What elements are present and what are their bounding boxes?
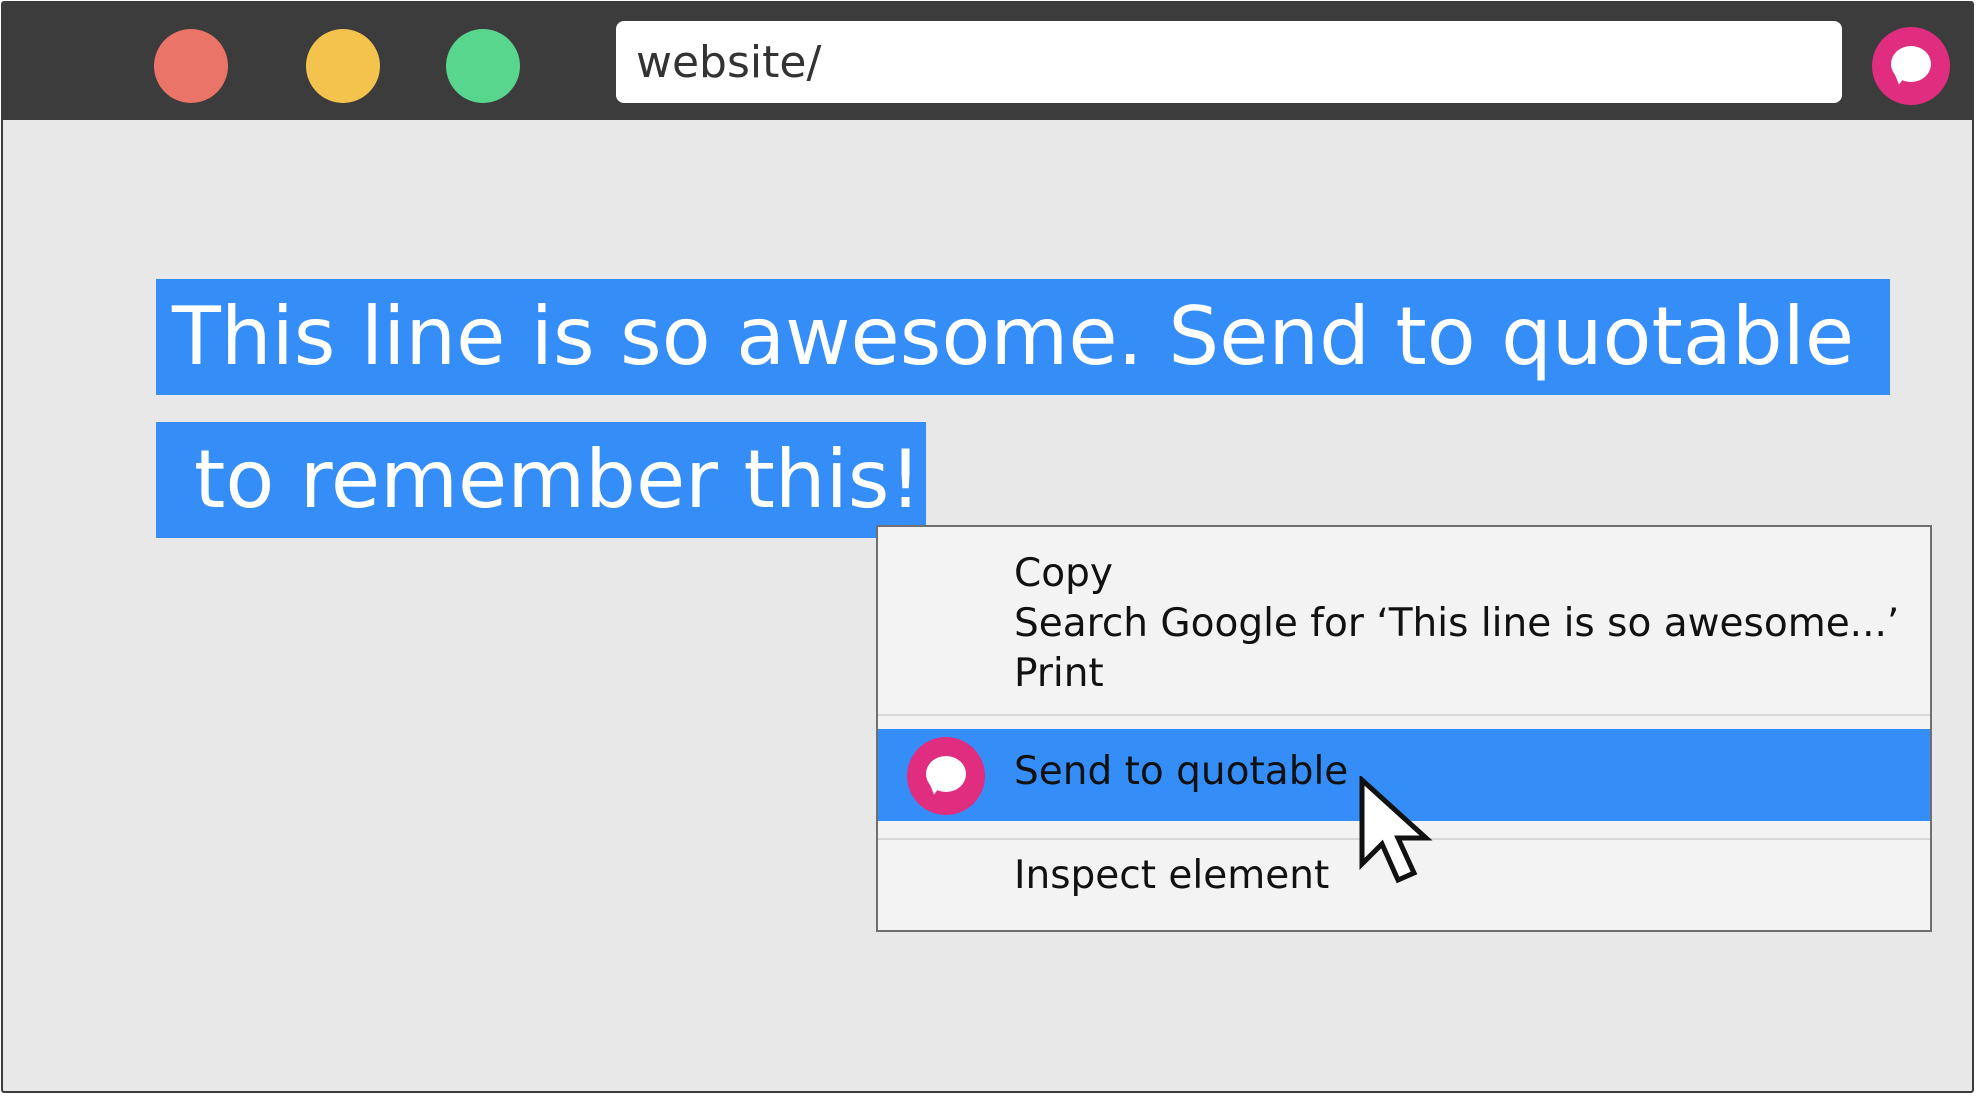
menu-item-label: Copy [1014,551,1113,596]
minimize-window-button[interactable] [306,29,380,103]
menu-item-search-google[interactable]: Search Google for ‘This line is so aweso… [878,601,1930,651]
menu-item-label: Send to quotable [1014,749,1349,794]
quotable-extension-icon[interactable] [1872,27,1950,105]
address-bar[interactable]: website/ [616,21,1842,103]
selected-text-line-1[interactable]: This line is so awesome. Send to quotabl… [156,279,1890,395]
browser-window: website/ This line is so awesome. Send t… [1,1,1974,1093]
quotable-icon [907,737,985,815]
menu-item-print[interactable]: Print [878,651,1930,701]
menu-item-copy[interactable]: Copy [878,551,1930,601]
menu-separator [878,714,1930,716]
maximize-window-button[interactable] [446,29,520,103]
mouse-pointer-icon [1359,776,1433,884]
selected-text-line-2[interactable]: to remember this! [156,422,926,538]
browser-titlebar: website/ [3,3,1972,120]
menu-item-label: Search Google for ‘This line is so aweso… [1014,601,1900,646]
address-bar-url: website/ [636,36,822,88]
close-window-button[interactable] [154,29,228,103]
menu-item-label: Print [1014,651,1104,696]
menu-item-label: Inspect element [1014,853,1330,898]
